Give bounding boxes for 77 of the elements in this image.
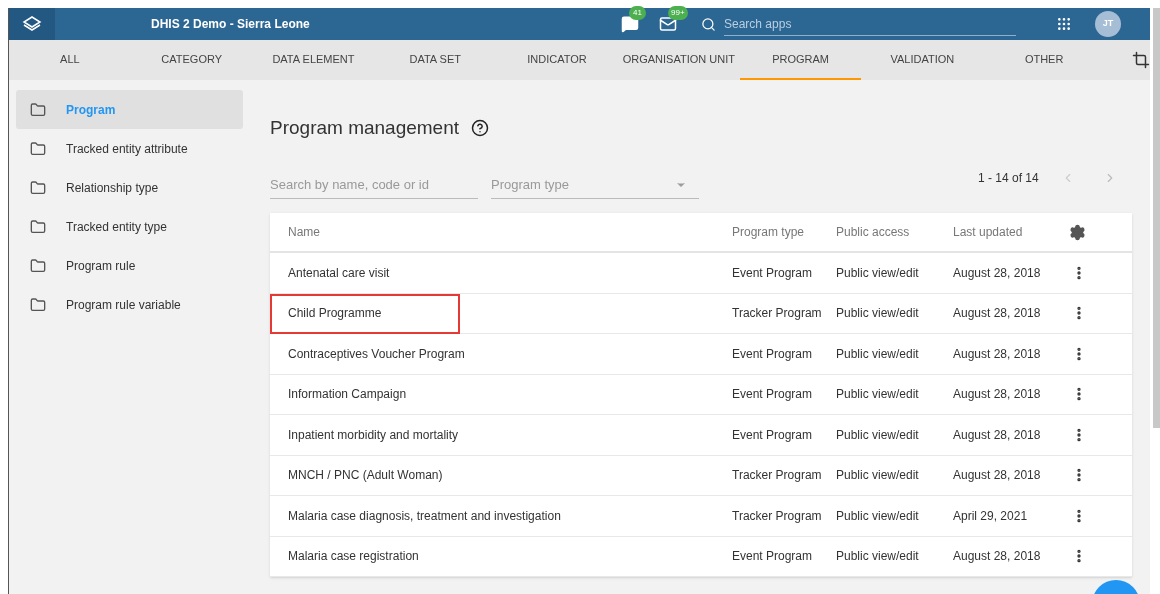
table-cell-text: April 29, 2021 bbox=[953, 507, 1029, 525]
mail-icon[interactable] bbox=[659, 15, 677, 33]
sidebar-item[interactable]: Relationship type bbox=[16, 168, 243, 207]
table-cell-text: Tracker Program bbox=[732, 507, 823, 525]
table-row[interactable]: Inpatient morbidity and mortality Event Program Public view/edit August 28, 2018 bbox=[270, 415, 1132, 456]
table-cell-text: Public view/edit bbox=[836, 386, 920, 404]
table-cell-text: Tracker Program bbox=[732, 305, 823, 323]
search-icon bbox=[701, 16, 716, 32]
settings-icon[interactable] bbox=[1069, 223, 1086, 241]
category-tab[interactable]: DATA ELEMENT bbox=[252, 40, 375, 80]
table-cell-text: Event Program bbox=[732, 426, 814, 444]
folder-icon bbox=[30, 257, 46, 274]
search-apps-field[interactable]: Search apps bbox=[724, 12, 1016, 36]
table-cell-text: Event Program bbox=[732, 345, 814, 363]
table-cell-text: Public view/edit bbox=[836, 305, 920, 323]
table-cell-text: Information Campaign bbox=[287, 386, 408, 404]
table-cell-text: Malaria case registration bbox=[287, 548, 420, 566]
sidebar-item[interactable]: Tracked entity type bbox=[16, 207, 243, 246]
table-cell-text: Public view/edit bbox=[836, 345, 920, 363]
table-cell-text: Malaria case diagnosis, treatment and investigation bbox=[287, 507, 562, 525]
table-cell-text: August 28, 2018 bbox=[953, 386, 1042, 404]
sidebar-item[interactable]: Tracked entity attribute bbox=[16, 129, 243, 168]
category-tab[interactable]: VALIDATION bbox=[861, 40, 984, 80]
column-header: Name bbox=[287, 224, 321, 241]
category-tab[interactable]: ALL bbox=[9, 40, 131, 80]
table-row[interactable]: Information Campaign Event Program Public view/edit August 28, 2018 bbox=[270, 374, 1132, 415]
table-cell-text: MNCH / PNC (Adult Woman) bbox=[287, 467, 444, 485]
table-cell-text: Antenatal care visit bbox=[287, 264, 391, 282]
table-cell-text: Event Program bbox=[732, 264, 814, 282]
table-cell-text: Contraceptives Voucher Program bbox=[287, 345, 466, 363]
table-cell-text: Event Program bbox=[732, 548, 814, 566]
table-cell-text: August 28, 2018 bbox=[953, 548, 1042, 566]
table-cell-text: Public view/edit bbox=[836, 467, 920, 485]
page-title: Program management bbox=[270, 115, 460, 140]
folder-icon bbox=[30, 140, 46, 157]
category-tab[interactable]: ORGANISATION UNIT bbox=[617, 40, 740, 80]
app-title: DHIS 2 Demo - Sierra Leone bbox=[151, 16, 311, 33]
folder-icon bbox=[30, 179, 46, 196]
table-row[interactable]: Malaria case registration Event Program Public view/edit August 28, 2018 bbox=[270, 536, 1132, 577]
table-cell-text: Public view/edit bbox=[836, 548, 920, 566]
table-row[interactable]: Contraceptives Voucher Program Event Program Public view/edit August 28, 2018 bbox=[270, 334, 1132, 375]
table-cell-text: Tracker Program bbox=[732, 467, 823, 485]
search-field[interactable]: Search by name, code or id bbox=[270, 170, 478, 200]
table-cell-text: Event Program bbox=[732, 386, 814, 404]
table-row[interactable]: Child Programme Tracker Program Public view/edit August 28, 2018 bbox=[270, 293, 1132, 334]
table-row[interactable]: Malaria case diagnosis, treatment and investigation Tracker Program Public view/edit April 29, 2021 bbox=[270, 496, 1132, 537]
column-header: Public access bbox=[836, 224, 911, 241]
message-count-badge: 41 bbox=[629, 6, 646, 20]
app-logo-icon[interactable] bbox=[9, 8, 55, 40]
table-cell-text: Child Programme bbox=[287, 305, 383, 323]
table-cell-text: Public view/edit bbox=[836, 426, 920, 444]
sidebar-item[interactable]: Program rule bbox=[16, 246, 243, 285]
column-header: Last updated bbox=[953, 224, 1024, 241]
column-header: Program type bbox=[732, 224, 806, 241]
table-cell-text: August 28, 2018 bbox=[953, 264, 1042, 282]
category-tab[interactable]: OTHER bbox=[983, 40, 1106, 80]
category-tab[interactable]: INDICATOR bbox=[496, 40, 618, 80]
help-icon[interactable] bbox=[471, 119, 490, 137]
pagination-range: 1 - 14 of 14 bbox=[978, 170, 1039, 187]
table-cell-text: August 28, 2018 bbox=[953, 345, 1042, 363]
folder-icon bbox=[30, 101, 46, 118]
table-cell-text: Public view/edit bbox=[836, 507, 920, 525]
sidebar-item[interactable]: Program rule variable bbox=[16, 285, 243, 324]
crop-icon[interactable] bbox=[1132, 51, 1150, 69]
table-cell-text: August 28, 2018 bbox=[953, 467, 1042, 485]
category-tab[interactable]: DATA SET bbox=[374, 40, 497, 80]
folder-icon bbox=[30, 296, 46, 313]
folder-icon bbox=[30, 218, 46, 235]
table-cell-text: August 28, 2018 bbox=[953, 305, 1042, 323]
table-row[interactable]: Antenatal care visit Event Program Public view/edit August 28, 2018 bbox=[270, 253, 1132, 294]
apps-grid-icon[interactable] bbox=[1056, 16, 1072, 32]
table-cell-text: August 28, 2018 bbox=[953, 426, 1042, 444]
table-cell-text: Inpatient morbidity and mortality bbox=[287, 426, 460, 444]
category-tab[interactable]: CATEGORY bbox=[130, 40, 253, 80]
table-row[interactable]: MNCH / PNC (Adult Woman) Tracker Program Public view/edit August 28, 2018 bbox=[270, 455, 1132, 496]
mail-count-badge: 99+ bbox=[668, 6, 688, 20]
table-cell-text: Public view/edit bbox=[836, 264, 920, 282]
